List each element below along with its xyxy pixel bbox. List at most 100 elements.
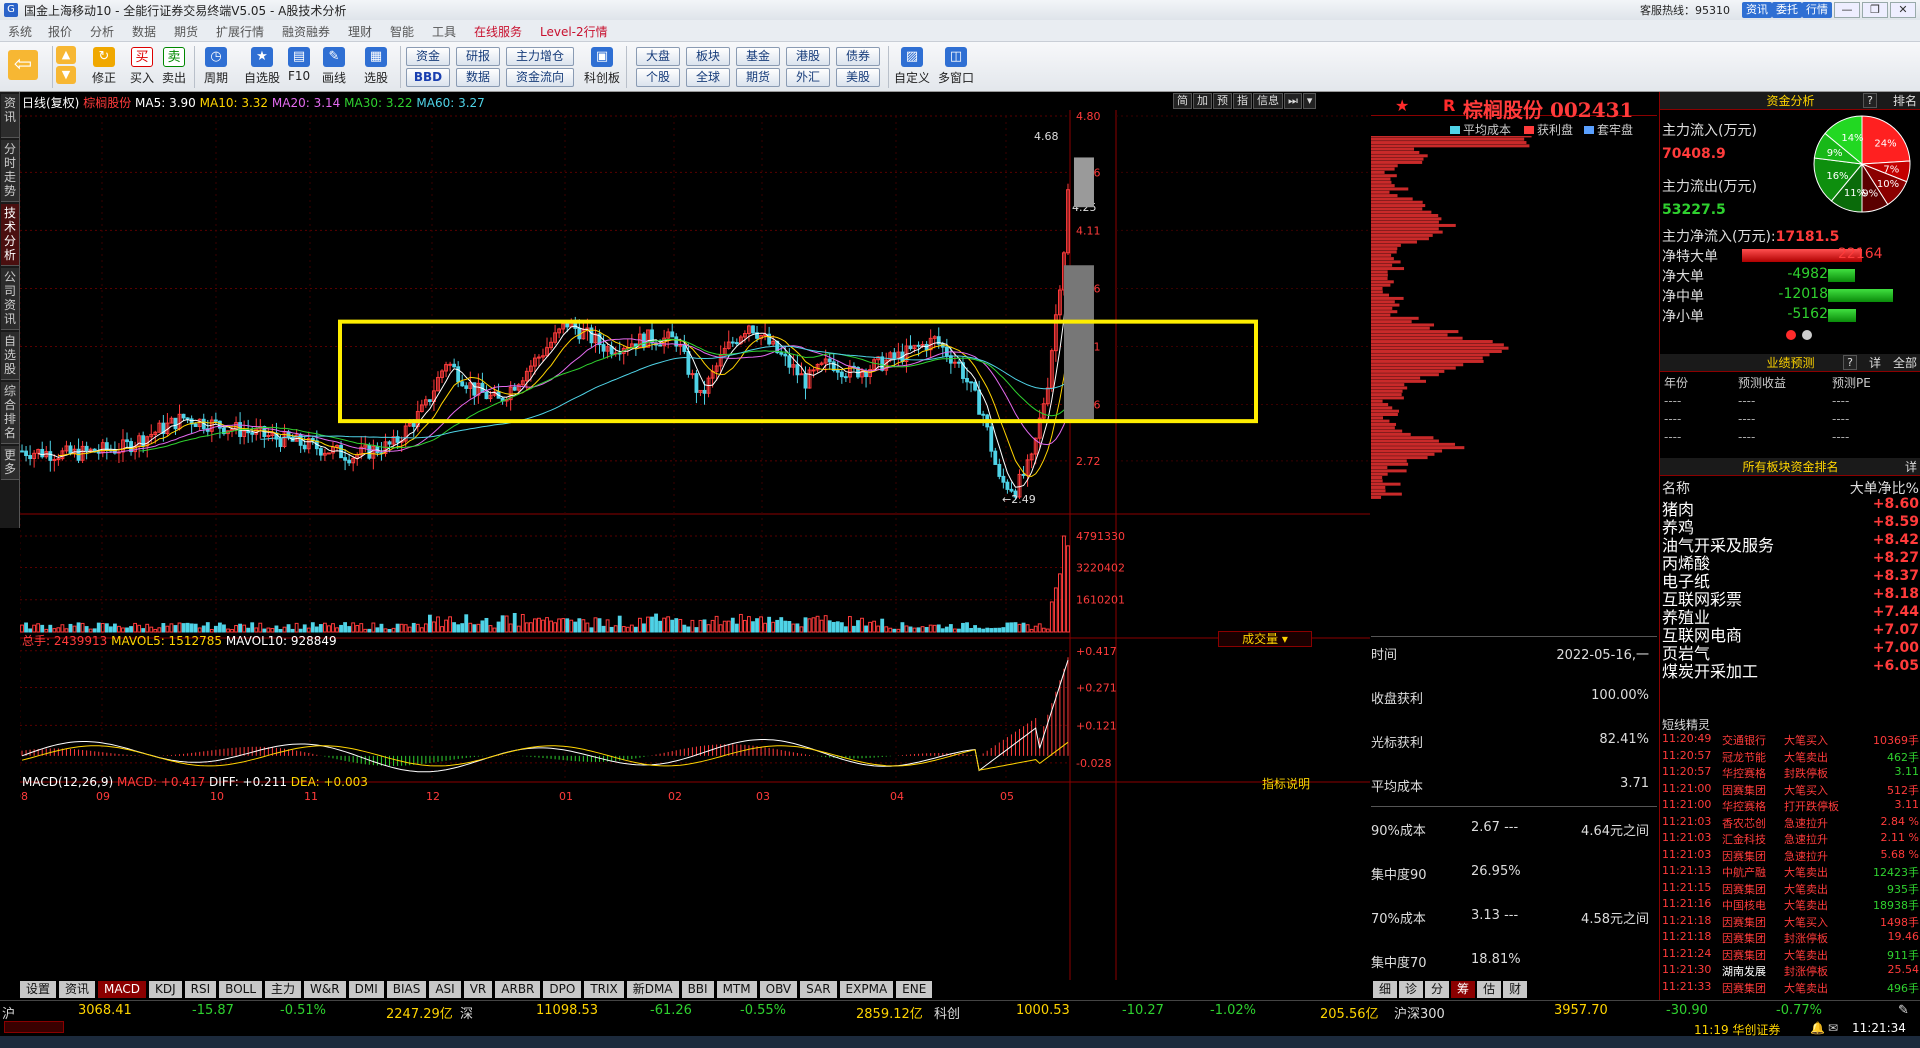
bbd-button[interactable]: BBD	[406, 68, 450, 87]
tab-company-news[interactable]: 公司资讯	[1, 268, 19, 330]
trade-quick-button[interactable]: 委托	[1772, 2, 1802, 18]
shortline-row[interactable]: 11:21:00 因赛集团 大笔买入 512手	[1660, 782, 1920, 798]
indicator-tab-15[interactable]: 新DMA	[626, 981, 679, 998]
indicator-tab-17[interactable]: MTM	[716, 981, 757, 998]
up-down-button[interactable]: ▲ ▼	[56, 46, 76, 86]
sector-row[interactable]: 煤炭开采加工 +6.05	[1660, 658, 1920, 681]
research-button[interactable]: 研报	[456, 47, 500, 66]
indicator-tab-12[interactable]: ARBR	[495, 981, 541, 998]
sector-name-column[interactable]: 名称	[1662, 481, 1690, 497]
forecast-detail-link[interactable]: 详	[1869, 354, 1881, 372]
close-button[interactable]: ✕	[1890, 2, 1916, 18]
star-icon[interactable]: ★	[1395, 96, 1409, 115]
fund-button[interactable]: 基金	[736, 47, 780, 66]
tab-news[interactable]: 资讯	[1, 94, 19, 138]
maximize-button[interactable]: ❐	[1862, 2, 1888, 18]
shortline-row[interactable]: 11:21:00 华控赛格 打开跌停板 3.11	[1660, 798, 1920, 814]
indicator-tab-18[interactable]: OBV	[759, 981, 798, 998]
forex-button[interactable]: 外汇	[786, 68, 830, 87]
news-quick-button[interactable]: 资讯	[1742, 2, 1772, 18]
simple-button[interactable]: 简	[1173, 93, 1192, 109]
shortline-row[interactable]: 11:21:03 汇金科技 急速拉升 2.11 %	[1660, 831, 1920, 847]
shortline-row[interactable]: 11:21:03 香农芯创 急速拉升 2.84 %	[1660, 815, 1920, 831]
funds-rank-link[interactable]: 排名	[1893, 92, 1917, 110]
info-button[interactable]: 信息	[1253, 93, 1283, 109]
stock-button[interactable]: 个股	[636, 68, 680, 87]
f10-button[interactable]: ▤ F10	[288, 47, 310, 83]
menu-quote[interactable]: 报价	[48, 23, 72, 40]
menu-smart[interactable]: 智能	[390, 23, 414, 40]
shortline-row[interactable]: 11:21:18 因赛集团 大笔买入 1498手	[1660, 914, 1920, 930]
menu-futures[interactable]: 期货	[174, 23, 198, 40]
shortline-row[interactable]: 11:21:03 因赛集团 急速拉升 5.68 %	[1660, 848, 1920, 864]
indicator-tab-20[interactable]: EXPMA	[839, 981, 894, 998]
shortline-row[interactable]: 11:20:49 交通银行 大笔买入 10369手	[1660, 732, 1920, 748]
correct-button[interactable]: ↻ 修正	[92, 47, 116, 86]
menu-level2[interactable]: Level-2行情	[540, 23, 608, 40]
tab-more[interactable]: 更多	[1, 446, 19, 480]
watchlist-button[interactable]: ★ 自选股	[244, 47, 280, 86]
indicator-tab-14[interactable]: TRIX	[584, 981, 624, 998]
funds-help-button[interactable]: ?	[1863, 93, 1877, 108]
page-dot-icon[interactable]	[1802, 330, 1812, 340]
draw-line-button[interactable]: ✎ 画线	[322, 47, 346, 86]
chip-tab-2[interactable]: 分	[1425, 981, 1450, 998]
indicator-tab-5[interactable]: BOLL	[219, 981, 263, 998]
menu-online-service[interactable]: 在线服务	[474, 23, 522, 40]
indicator-help-link[interactable]: 指标说明	[1262, 775, 1310, 792]
indicator-tab-2[interactable]: MACD	[98, 981, 147, 998]
chip-tab-4[interactable]: 估	[1477, 981, 1502, 998]
shortline-row[interactable]: 11:21:24 因赛集团 大笔卖出 911手	[1660, 947, 1920, 963]
forecast-help-button[interactable]: ?	[1843, 355, 1857, 370]
forecast-button[interactable]: 预	[1213, 93, 1232, 109]
multiwindow-button[interactable]: ◫ 多窗口	[938, 47, 974, 86]
star-market-button[interactable]: ▣ 科创板	[584, 47, 620, 86]
page-dot-icon[interactable]	[1786, 330, 1796, 340]
message-icon[interactable]: ✉	[1828, 1021, 1838, 1035]
volume-menu-button[interactable]: 成交量 ▾	[1218, 631, 1312, 647]
market-button[interactable]: 大盘	[636, 47, 680, 66]
back-button[interactable]: ⇦	[8, 50, 38, 82]
period-button[interactable]: ◷ 周期	[204, 47, 228, 86]
minimize-button[interactable]: —	[1834, 2, 1860, 18]
menu-analysis[interactable]: 分析	[90, 23, 114, 40]
shortline-row[interactable]: 11:21:16 中国核电 大笔卖出 18938手	[1660, 897, 1920, 913]
customize-button[interactable]: ▨ 自定义	[894, 47, 930, 86]
hk-stock-button[interactable]: 港股	[786, 47, 830, 66]
indicator-tab-16[interactable]: BBI	[681, 981, 714, 998]
sector-value-column[interactable]: 大单净比%	[1850, 478, 1919, 498]
fund-flow-button[interactable]: 资金流向	[506, 68, 574, 87]
indicator-tab-9[interactable]: BIAS	[386, 981, 427, 998]
menu-system[interactable]: 系统	[8, 23, 32, 40]
shortline-row[interactable]: 11:20:57 华控赛格 封跌停板 3.11	[1660, 765, 1920, 781]
chevron-down-icon[interactable]: ▾	[1302, 93, 1317, 109]
indicator-tab-7[interactable]: W&R	[304, 981, 346, 998]
indicator-tab-1[interactable]: 资讯	[59, 981, 96, 998]
chip-tab-1[interactable]: 诊	[1399, 981, 1424, 998]
menu-tools[interactable]: 工具	[432, 23, 456, 40]
indicator-button[interactable]: 指	[1233, 93, 1252, 109]
shortline-row[interactable]: 11:21:15 因赛集团 大笔卖出 935手	[1660, 881, 1920, 897]
indicator-tab-11[interactable]: VR	[463, 981, 493, 998]
chip-tab-5[interactable]: 财	[1503, 981, 1528, 998]
funds-button[interactable]: 资金	[406, 47, 450, 66]
futures-button[interactable]: 期货	[736, 68, 780, 87]
indicator-tab-21[interactable]: ENE	[896, 981, 933, 998]
menu-data[interactable]: 数据	[132, 23, 156, 40]
indicator-tab-4[interactable]: RSI	[184, 981, 217, 998]
data-button[interactable]: 数据	[456, 68, 500, 87]
stock-screen-button[interactable]: ▦ 选股	[364, 47, 388, 86]
forecast-all-link[interactable]: 全部	[1893, 354, 1917, 372]
bell-icon[interactable]: 🔔	[1810, 1021, 1825, 1035]
indicator-tab-3[interactable]: KDJ	[149, 981, 182, 998]
indicator-tab-19[interactable]: SAR	[800, 981, 837, 998]
shortline-row[interactable]: 11:21:13 中航产融 大笔卖出 12423手	[1660, 864, 1920, 880]
buy-button[interactable]: 买 买入	[130, 47, 154, 86]
indicator-tab-6[interactable]: 主力	[265, 981, 302, 998]
menu-finance[interactable]: 理财	[348, 23, 372, 40]
tab-intraday[interactable]: 分时走势	[1, 140, 19, 202]
shortline-row[interactable]: 11:20:57 冠龙节能 大笔卖出 462手	[1660, 749, 1920, 765]
skip-end-icon[interactable]: ⏭	[1284, 93, 1302, 109]
indicator-tab-0[interactable]: 设置	[20, 981, 57, 998]
chip-tab-3[interactable]: 筹	[1451, 981, 1476, 998]
